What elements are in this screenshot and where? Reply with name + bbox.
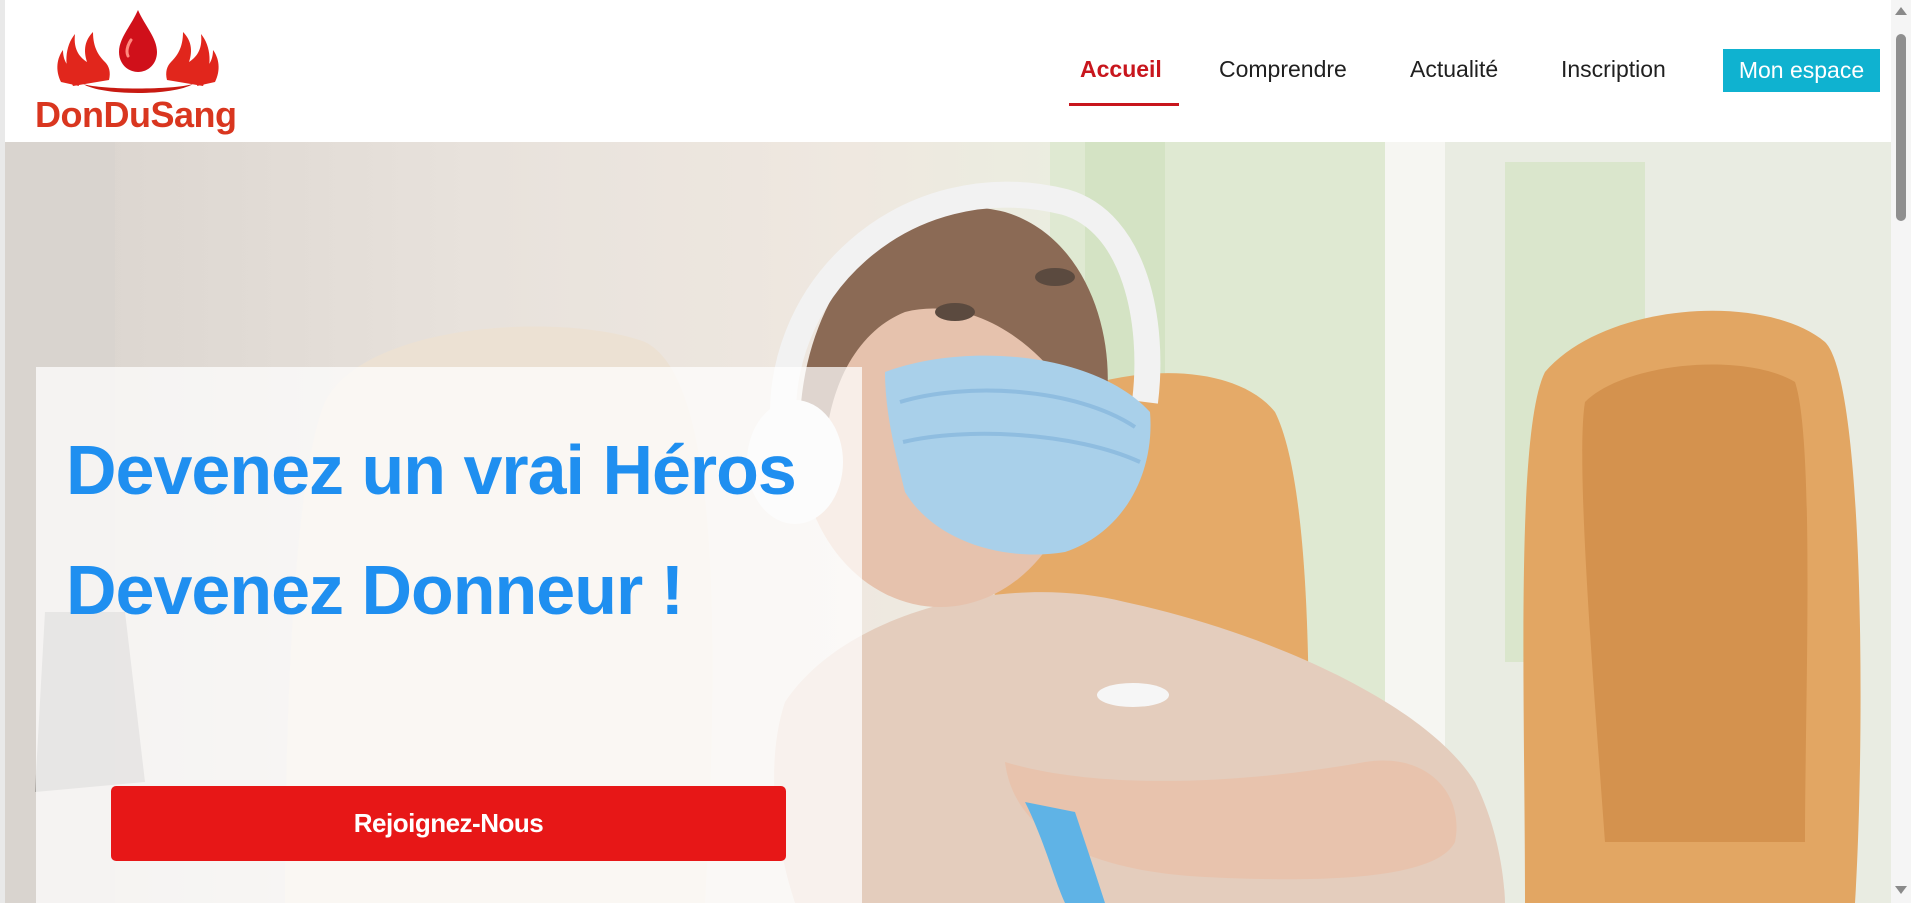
scroll-thumb[interactable] — [1896, 34, 1906, 221]
site-header: DonDuSang Accueil Comprendre Actualité I… — [5, 0, 1891, 142]
site-logo[interactable]: DonDuSang — [35, 6, 245, 135]
mon-espace-button[interactable]: Mon espace — [1723, 49, 1880, 92]
nav-item-comprendre[interactable]: Comprendre — [1219, 56, 1347, 83]
nav-item-actualite[interactable]: Actualité — [1410, 56, 1498, 83]
hero-headline-line1: Devenez un vrai Héros — [66, 431, 797, 509]
page: DonDuSang Accueil Comprendre Actualité I… — [0, 0, 1911, 903]
hero-headline-line2: Devenez Donneur ! — [66, 551, 684, 629]
vertical-scrollbar[interactable] — [1891, 0, 1911, 903]
join-us-button[interactable]: Rejoignez-Nous — [111, 786, 786, 861]
hero-section: Devenez un vrai Héros Devenez Donneur ! … — [5, 142, 1891, 903]
nav-item-accueil[interactable]: Accueil — [1080, 56, 1162, 83]
active-nav-indicator — [1069, 103, 1179, 106]
nav-item-inscription[interactable]: Inscription — [1561, 56, 1666, 83]
scroll-down-arrow-icon[interactable] — [1895, 886, 1907, 894]
brand-name: DonDuSang — [35, 94, 237, 135]
blood-drop-hands-icon — [57, 10, 219, 93]
scroll-up-arrow-icon[interactable] — [1895, 7, 1907, 15]
